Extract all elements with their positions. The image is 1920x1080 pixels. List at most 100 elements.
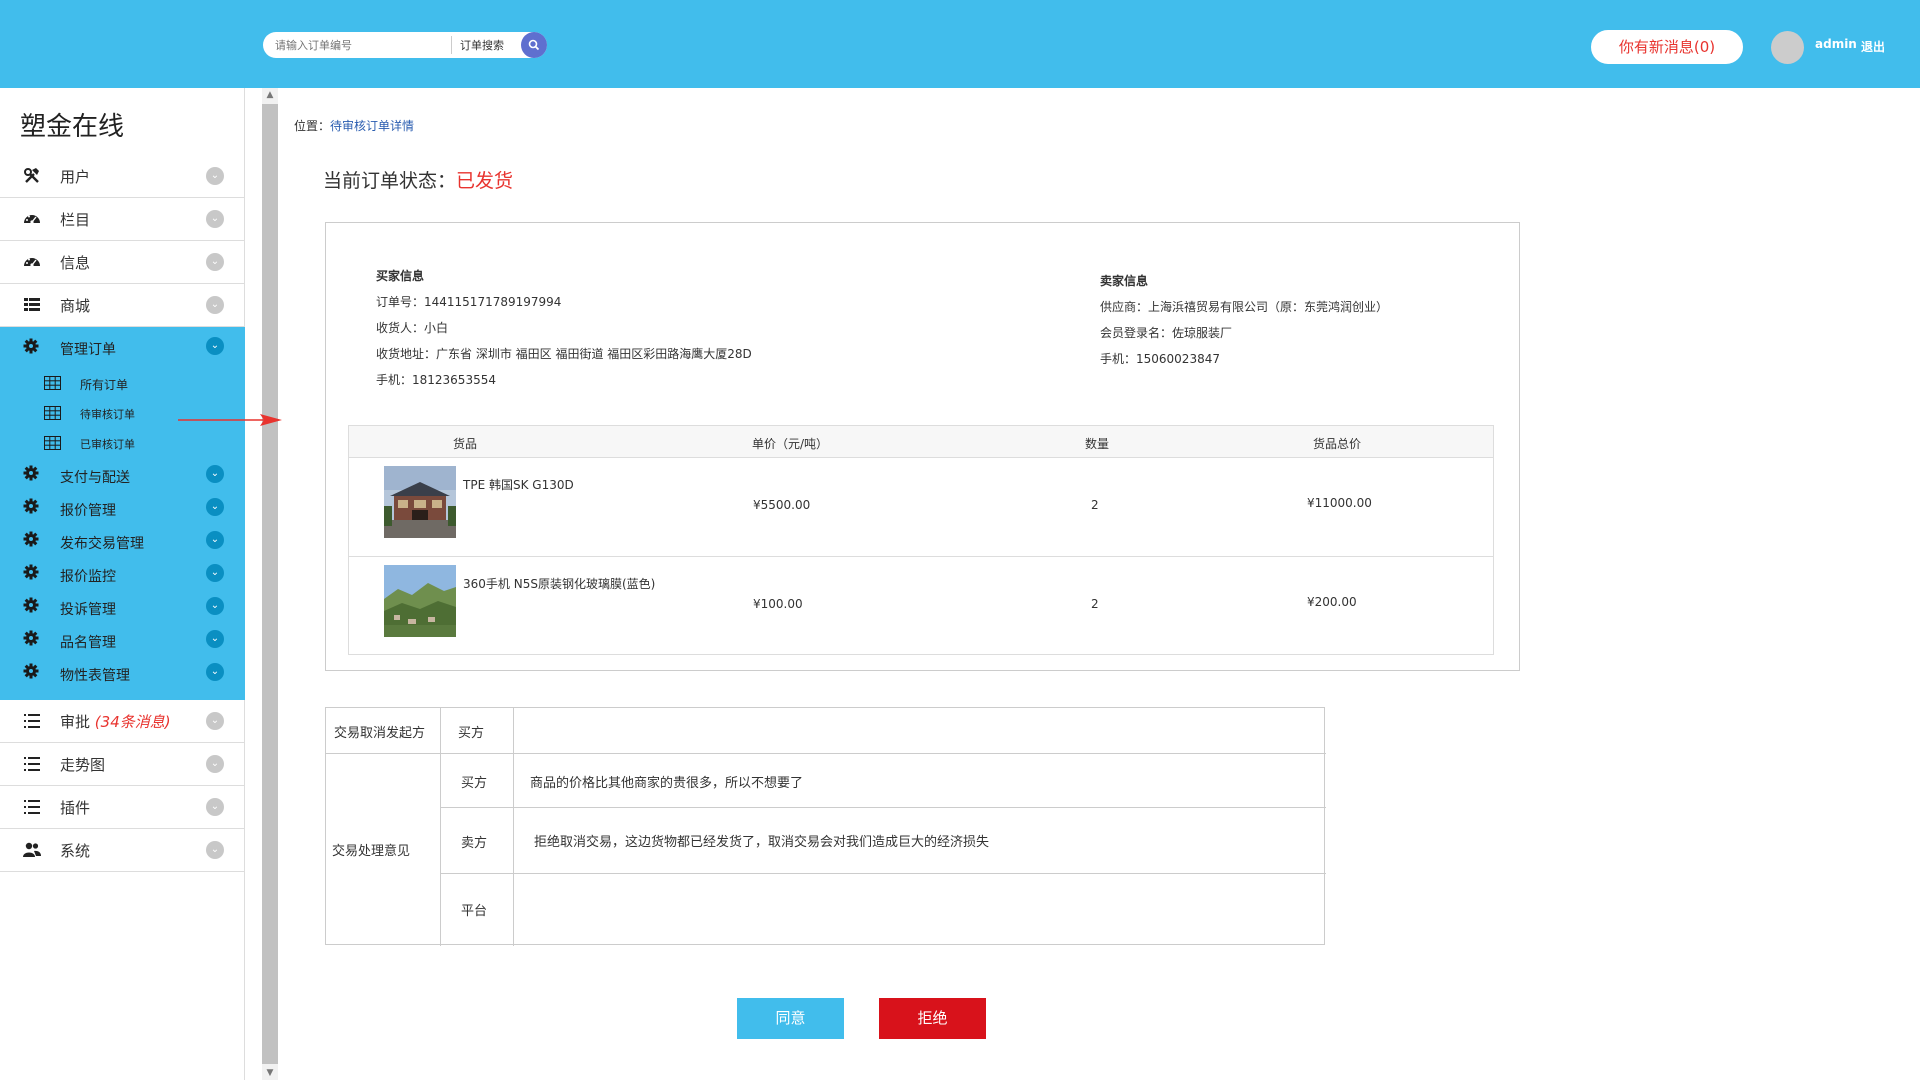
order-status: 当前订单状态：已发货 xyxy=(323,166,513,193)
sidebar-item-label: 发布交易管理 xyxy=(60,536,144,552)
agree-button[interactable]: 同意 xyxy=(737,998,844,1039)
order-search-button[interactable]: 订单搜索 xyxy=(452,37,524,53)
table-icon xyxy=(44,435,61,450)
sidebar-item-plugins[interactable]: 插件 ⌄ xyxy=(0,786,245,829)
chevron-down-icon[interactable]: ⌄ xyxy=(206,531,224,549)
sidebar-item-label: 审批 (34条消息) xyxy=(60,711,171,732)
new-messages-button[interactable]: 你有新消息(0) xyxy=(1591,30,1743,64)
order-search-input[interactable] xyxy=(275,33,451,57)
quantity: 2 xyxy=(1091,597,1099,611)
sidebar-subitem-reviewed-orders[interactable]: 已审核订单 xyxy=(0,427,245,457)
table-row: 360手机 N5S原装钢化玻璃膜(蓝色) ¥100.00 2 ¥200.00 xyxy=(349,557,1493,656)
goods-table-header: 货品 单价（元/吨） 数量 货品总价 xyxy=(349,426,1493,458)
sidebar-item-system[interactable]: 系统 ⌄ xyxy=(0,829,245,872)
scroll-up-icon[interactable]: ▲ xyxy=(262,88,278,102)
buyer-info-title: 买家信息 xyxy=(376,269,425,283)
chevron-down-icon[interactable]: ⌄ xyxy=(206,630,224,648)
sidebar-subitem-label: 已审核订单 xyxy=(80,438,135,451)
sidebar-item-label: 走势图 xyxy=(60,755,106,774)
content-scrollbar[interactable]: ▲ ▼ xyxy=(262,88,278,1080)
chevron-down-icon[interactable]: ⌄ xyxy=(206,337,224,355)
chevron-down-icon[interactable]: ⌄ xyxy=(206,663,224,681)
sidebar-item-info[interactable]: 信息 ⌄ xyxy=(0,241,245,284)
table-divider xyxy=(513,708,514,946)
product-name[interactable]: 360手机 N5S原装钢化玻璃膜(蓝色) xyxy=(463,575,655,592)
table-icon xyxy=(44,375,61,390)
sidebar: 塑金在线 用户 ⌄ 栏目 ⌄ 信息 ⌄ 商城 ⌄ 管理订单 ⌄ 所有订单 待审核… xyxy=(0,88,245,1080)
list-ol-icon xyxy=(23,798,41,816)
sidebar-item-label: 投诉管理 xyxy=(60,602,116,618)
sidebar-item-complaints[interactable]: 投诉管理 ⌄ xyxy=(0,589,245,622)
sidebar-item-columns[interactable]: 栏目 ⌄ xyxy=(0,198,245,241)
order-detail-panel: 买家信息 订单号：144115171789197994 收货人：小白 收货地址：… xyxy=(325,222,1520,671)
quantity: 2 xyxy=(1091,498,1099,512)
sidebar-item-label: 报价监控 xyxy=(60,569,116,585)
sidebar-item-property-table[interactable]: 物性表管理 ⌄ xyxy=(0,655,245,688)
top-header: 订单搜索 你有新消息(0) admin 退出 xyxy=(0,0,1920,88)
total-price: ¥200.00 xyxy=(1307,595,1357,609)
order-status-value: 已发货 xyxy=(456,170,514,192)
initiator-value: 买方 xyxy=(458,726,485,741)
sidebar-item-quote-monitor[interactable]: 报价监控 ⌄ xyxy=(0,556,245,589)
chevron-down-icon[interactable]: ⌄ xyxy=(206,597,224,615)
sidebar-item-approval[interactable]: 审批 (34条消息) ⌄ xyxy=(0,700,245,743)
column-header: 数量 xyxy=(1085,437,1110,451)
red-arrow-icon xyxy=(178,414,282,426)
sidebar-item-trend-chart[interactable]: 走势图 ⌄ xyxy=(0,743,245,786)
sidebar-item-publish-trade[interactable]: 发布交易管理 ⌄ xyxy=(0,523,245,556)
gear-icon xyxy=(23,498,39,518)
seller-member: 会员登录名：佐琼服装厂 xyxy=(1100,326,1233,340)
sidebar-item-quote-management[interactable]: 报价管理 ⌄ xyxy=(0,490,245,523)
table-divider xyxy=(326,753,1326,754)
buyer-info: 买家信息 订单号：144115171789197994 收货人：小白 收货地址：… xyxy=(376,263,752,393)
logout-link[interactable]: 退出 xyxy=(1861,38,1885,55)
sidebar-item-label: 信息 xyxy=(60,253,91,272)
product-image-building[interactable] xyxy=(384,466,456,538)
sidebar-subitem-label: 待审核订单 xyxy=(80,408,135,421)
list-ol-icon xyxy=(23,755,41,773)
sidebar-item-payment-delivery[interactable]: 支付与配送 ⌄ xyxy=(0,457,245,490)
scrollbar-thumb[interactable] xyxy=(262,104,278,1064)
sidebar-subitem-label: 所有订单 xyxy=(80,378,129,392)
chevron-down-icon[interactable]: ⌄ xyxy=(206,498,224,516)
reject-button[interactable]: 拒绝 xyxy=(879,998,986,1039)
sidebar-item-product-names[interactable]: 品名管理 ⌄ xyxy=(0,622,245,655)
avatar[interactable] xyxy=(1771,31,1804,64)
opinion-text: 商品的价格比其他商家的贵很多，所以不想要了 xyxy=(530,776,804,791)
sidebar-subitem-all-orders[interactable]: 所有订单 xyxy=(0,367,245,397)
sidebar-item-users[interactable]: 用户 ⌄ xyxy=(0,155,245,198)
scroll-down-icon[interactable]: ▼ xyxy=(262,1066,278,1080)
table-row: TPE 韩国SK G130D ¥5500.00 2 ¥11000.00 xyxy=(349,458,1493,557)
seller-info: 卖家信息 供应商：上海浜禧贸易有限公司（原：东莞鸿润创业） 会员登录名：佐琼服装… xyxy=(1100,268,1388,372)
unit-price: ¥5500.00 xyxy=(753,498,811,512)
chevron-down-icon[interactable]: ⌄ xyxy=(206,755,224,773)
username: admin xyxy=(1815,37,1857,51)
chevron-down-icon[interactable]: ⌄ xyxy=(206,167,224,185)
gear-icon xyxy=(23,465,39,485)
chevron-down-icon[interactable]: ⌄ xyxy=(206,253,224,271)
order-status-label: 当前订单状态： xyxy=(323,170,457,192)
cancel-opinion-table: 交易取消发起方 买方 交易处理意见 买方 商品的价格比其他商家的贵很多，所以不想… xyxy=(325,707,1326,946)
chevron-down-icon[interactable]: ⌄ xyxy=(206,296,224,314)
sidebar-item-mall[interactable]: 商城 ⌄ xyxy=(0,284,245,327)
product-name[interactable]: TPE 韩国SK G130D xyxy=(463,476,574,493)
breadcrumb-link[interactable]: 待审核订单详情 xyxy=(330,119,414,133)
sidebar-item-label: 插件 xyxy=(60,798,91,817)
chevron-down-icon[interactable]: ⌄ xyxy=(206,712,224,730)
chevron-down-icon[interactable]: ⌄ xyxy=(206,798,224,816)
search-icon[interactable] xyxy=(521,32,547,58)
gear-icon xyxy=(23,597,39,617)
chevron-down-icon[interactable]: ⌄ xyxy=(206,841,224,859)
buyer-address: 收货地址：广东省 深圳市 福田区 福田街道 福田区彩田路海鹰大厦28D xyxy=(376,347,752,361)
product-image-landscape[interactable] xyxy=(384,565,456,637)
approval-count-badge: (34条消息) xyxy=(94,712,171,731)
list-icon xyxy=(23,296,41,314)
breadcrumb: 位置：待审核订单详情 xyxy=(294,117,414,134)
table-divider xyxy=(440,807,1326,808)
sidebar-item-manage-orders[interactable]: 管理订单 ⌄ xyxy=(0,327,245,367)
chevron-down-icon[interactable]: ⌄ xyxy=(206,210,224,228)
approval-label: 审批 xyxy=(60,712,91,731)
chevron-down-icon[interactable]: ⌄ xyxy=(206,564,224,582)
chevron-down-icon[interactable]: ⌄ xyxy=(206,465,224,483)
opinion-party: 平台 xyxy=(461,904,488,919)
